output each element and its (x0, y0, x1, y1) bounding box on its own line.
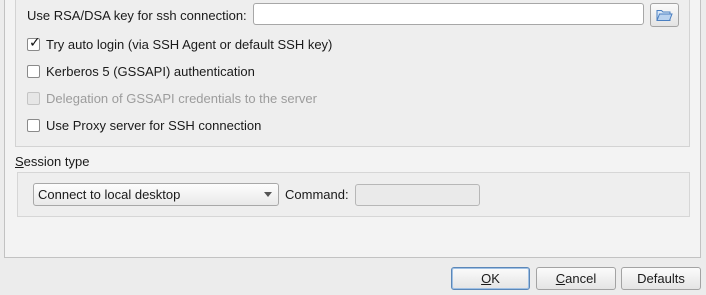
defaults-button[interactable]: Defaults (621, 267, 701, 290)
command-label: Command: (285, 187, 349, 202)
session-type-mnemonic: S (15, 154, 24, 169)
gssapi-delegation-option: Delegation of GSSAPI credentials to the … (27, 90, 317, 106)
auto-login-option[interactable]: ✓ Try auto login (via SSH Agent or defau… (27, 34, 333, 52)
checkmark-icon: ✓ (29, 34, 41, 51)
command-input (355, 184, 480, 206)
folder-open-icon (656, 10, 673, 21)
cancel-label-rest: ancel (565, 271, 597, 286)
ok-label-rest: K (491, 271, 500, 286)
proxy-option[interactable]: Use Proxy server for SSH connection (27, 117, 261, 133)
proxy-checkbox[interactable] (27, 118, 40, 132)
auto-login-checkbox[interactable]: ✓ (27, 34, 41, 51)
chevron-down-icon (264, 192, 272, 197)
session-type-select[interactable]: Connect to local desktop (33, 183, 279, 206)
kerberos-label: Kerberos 5 (GSSAPI) authentication (46, 63, 255, 79)
session-type-title: Session type (15, 154, 89, 170)
gssapi-delegation-checkbox (27, 91, 40, 105)
gssapi-delegation-label: Delegation of GSSAPI credentials to the … (46, 90, 317, 106)
proxy-label: Use Proxy server for SSH connection (46, 117, 262, 133)
auto-login-label: Try auto login (via SSH Agent or default… (46, 36, 333, 52)
ssh-key-path-input[interactable] (253, 3, 644, 25)
ssh-key-label: Use RSA/DSA key for ssh connection: (27, 8, 247, 23)
session-type-title-rest: ession type (23, 154, 90, 169)
cancel-button[interactable]: Cancel (536, 267, 616, 290)
browse-key-button[interactable] (650, 3, 679, 27)
kerberos-checkbox[interactable] (27, 64, 40, 78)
session-type-value: Connect to local desktop (38, 187, 181, 202)
cancel-mnemonic: C (555, 271, 566, 286)
kerberos-option[interactable]: Kerberos 5 (GSSAPI) authentication (27, 63, 255, 79)
ok-mnemonic: O (481, 271, 492, 286)
ok-button[interactable]: OK (451, 267, 530, 290)
